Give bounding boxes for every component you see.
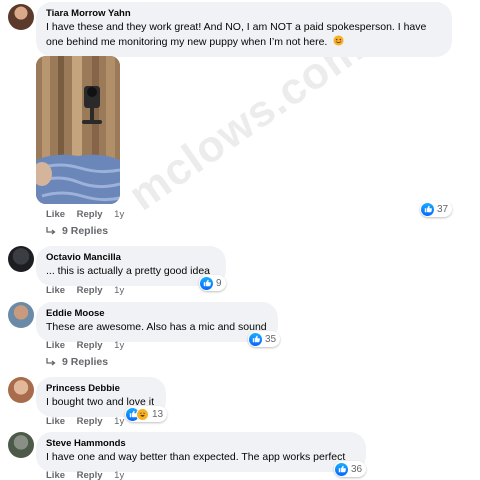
reply-arrow-icon: [46, 357, 56, 366]
avatar[interactable]: [8, 4, 34, 30]
reply-arrow-icon: [46, 226, 56, 235]
avatar[interactable]: [8, 377, 34, 403]
like-icon: [200, 276, 213, 290]
comment-author[interactable]: Princess Debbie: [46, 383, 156, 395]
comment-actions: Like Reply 1y: [46, 285, 133, 296]
comment-author[interactable]: Eddie Moose: [46, 308, 268, 320]
reply-button[interactable]: Reply: [77, 285, 103, 296]
reply-button[interactable]: Reply: [77, 340, 103, 351]
comment-actions: Like Reply 1y: [46, 470, 133, 480]
like-button[interactable]: Like: [46, 470, 65, 480]
replies-count: 9 Replies: [62, 356, 109, 368]
reaction-summary[interactable]: 9: [199, 275, 226, 291]
comment-bubble: Steve Hammonds I have one and way better…: [36, 432, 366, 472]
timestamp[interactable]: 1y: [114, 340, 124, 351]
comment-text: I have these and they work great! And NO…: [46, 21, 427, 48]
like-icon: [421, 202, 434, 216]
comment-actions: Like Reply 1y: [46, 340, 133, 351]
comment-photo[interactable]: [36, 56, 120, 204]
like-button[interactable]: Like: [46, 285, 65, 296]
comment-text: ... this is actually a pretty good idea: [46, 265, 211, 277]
comment-author[interactable]: Steve Hammonds: [46, 438, 356, 450]
replies-count: 9 Replies: [62, 225, 109, 237]
avatar[interactable]: [8, 432, 34, 458]
comment-actions: Like Reply 1y: [46, 416, 133, 427]
reaction-count: 13: [152, 408, 164, 420]
like-button[interactable]: Like: [46, 340, 65, 351]
like-button[interactable]: Like: [46, 416, 65, 427]
comment-bubble: Octavio Mancilla ... this is actually a …: [36, 246, 226, 286]
reply-button[interactable]: Reply: [77, 416, 103, 427]
like-icon: [249, 332, 262, 346]
comment-author[interactable]: Octavio Mancilla: [46, 252, 216, 264]
reaction-count: 35: [265, 333, 277, 345]
comment-text: I have one and way better than expected.…: [46, 451, 346, 463]
haha-icon: [136, 407, 149, 421]
avatar[interactable]: [8, 246, 34, 272]
comment-bubble: Tiara Morrow Yahn I have these and they …: [36, 2, 452, 57]
view-replies-link[interactable]: 9 Replies: [46, 225, 108, 237]
comment-actions: Like Reply 1y: [46, 209, 133, 220]
view-replies-link[interactable]: 9 Replies: [46, 356, 108, 368]
reaction-summary[interactable]: 37: [420, 201, 453, 217]
reply-button[interactable]: Reply: [77, 209, 103, 220]
comment-text: These are awesome. Also has a mic and so…: [46, 321, 267, 333]
like-button[interactable]: Like: [46, 209, 65, 220]
avatar[interactable]: [8, 302, 34, 328]
timestamp[interactable]: 1y: [114, 470, 124, 480]
comment-bubble: Eddie Moose These are awesome. Also has …: [36, 302, 278, 342]
timestamp[interactable]: 1y: [114, 416, 124, 427]
reaction-count: 9: [216, 277, 222, 289]
reaction-summary[interactable]: 36: [334, 461, 367, 477]
reaction-count: 36: [351, 463, 363, 475]
comment-author[interactable]: Tiara Morrow Yahn: [46, 8, 442, 20]
reply-button[interactable]: Reply: [77, 470, 103, 480]
smile-emoji-icon: [333, 35, 344, 46]
reaction-summary[interactable]: 35: [248, 331, 281, 347]
timestamp[interactable]: 1y: [114, 209, 124, 220]
like-icon: [335, 462, 348, 476]
reaction-count: 37: [437, 203, 449, 215]
timestamp[interactable]: 1y: [114, 285, 124, 296]
reaction-summary[interactable]: 13: [125, 406, 168, 422]
